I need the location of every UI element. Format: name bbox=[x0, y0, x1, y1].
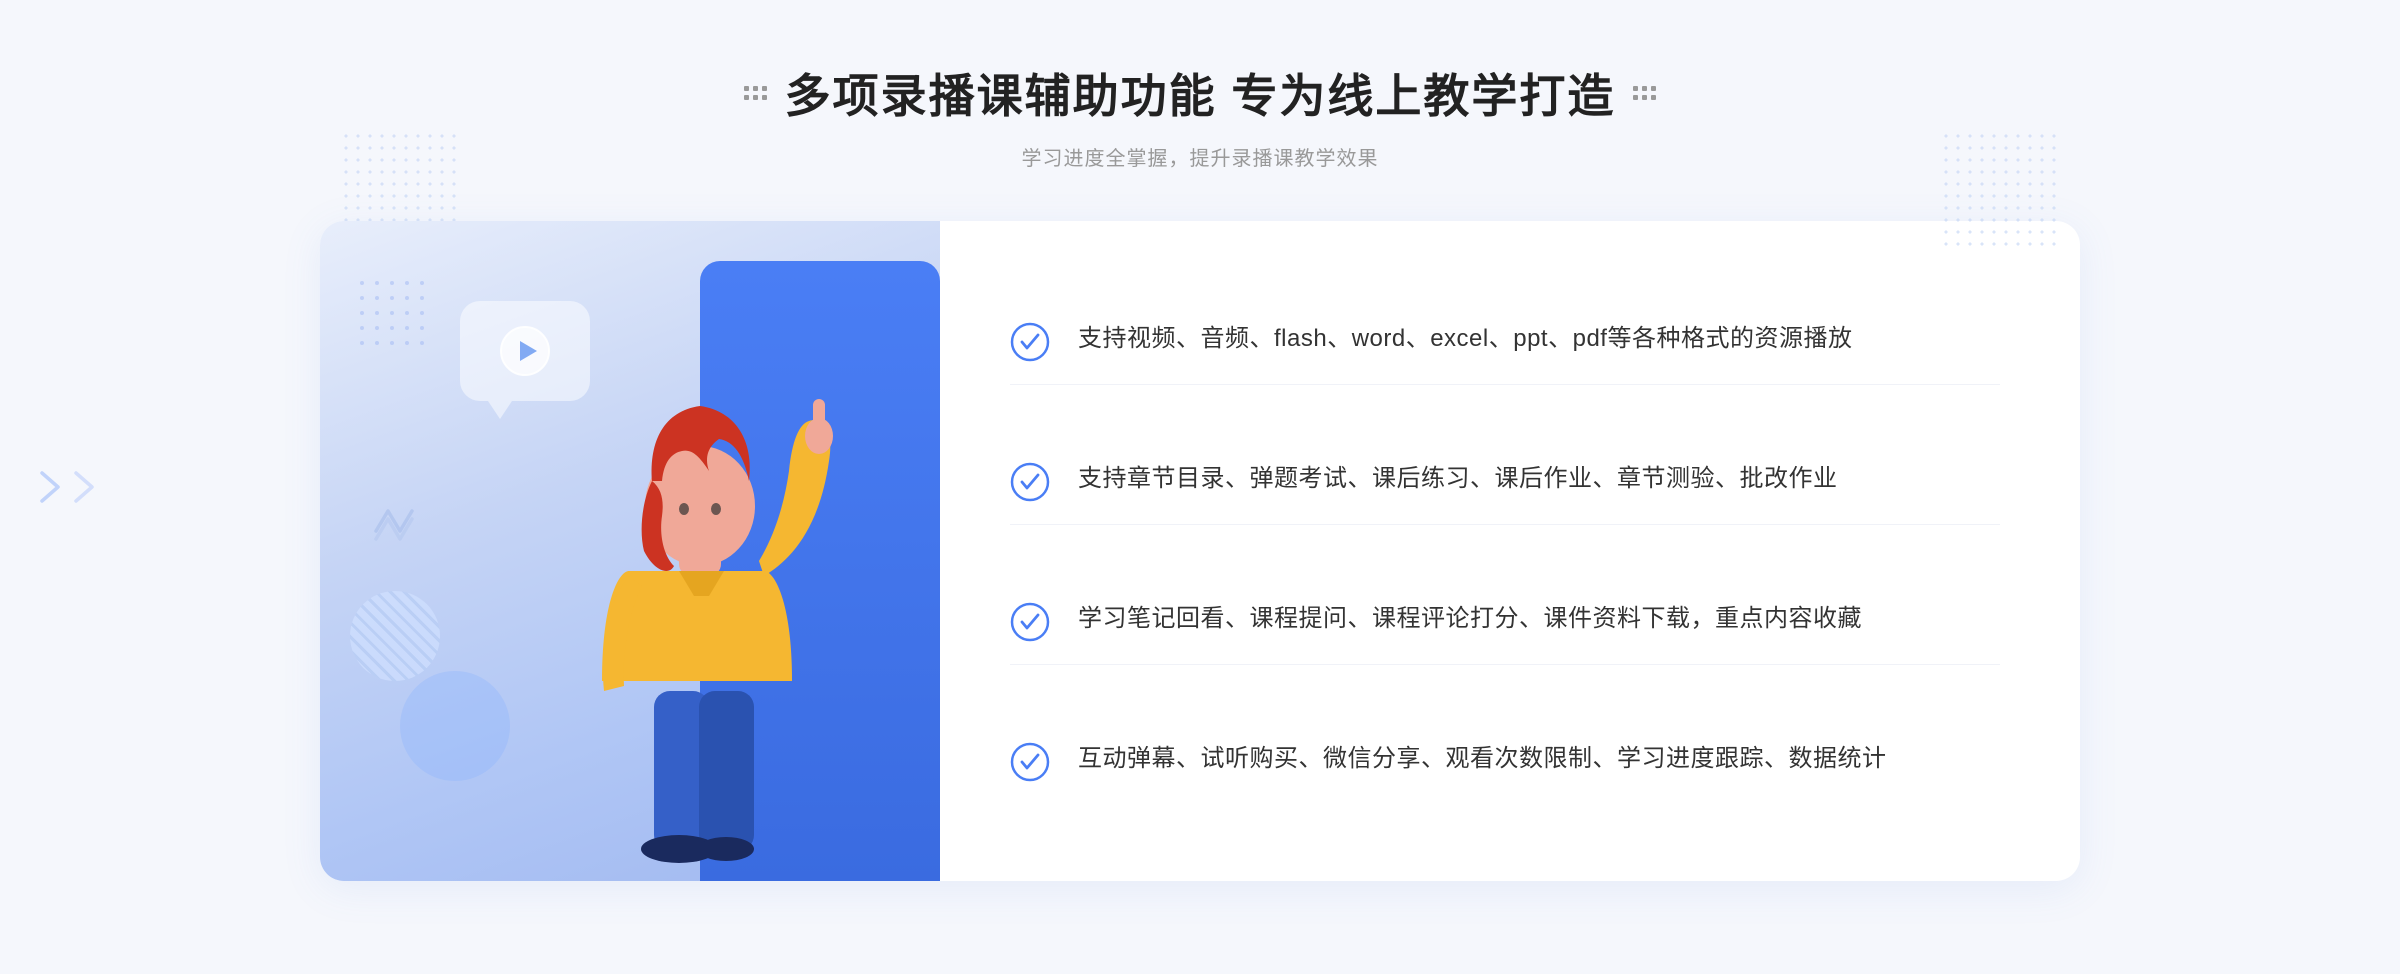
header-section: 多项录播课辅助功能 专为线上教学打造 学习进度全掌握，提升录播课教学效果 bbox=[744, 60, 1657, 171]
left-decoration-dots bbox=[744, 86, 767, 100]
right-decoration-dots bbox=[1633, 86, 1656, 100]
page-title: 多项录播课辅助功能 专为线上教学打造 bbox=[785, 60, 1616, 126]
striped-circle bbox=[350, 591, 440, 681]
feature-text-3: 学习笔记回看、课程提问、课程评论打分、课件资料下载，重点内容收藏 bbox=[1078, 600, 1862, 638]
person-figure bbox=[534, 361, 854, 881]
zigzag-decoration bbox=[370, 501, 420, 560]
left-chevrons-decoration bbox=[36, 469, 98, 505]
illustration-dots bbox=[360, 281, 428, 349]
check-circle-icon-3 bbox=[1010, 602, 1050, 642]
feature-item-4: 互动弹幕、试听购买、微信分享、观看次数限制、学习进度跟踪、数据统计 bbox=[1010, 718, 2000, 804]
features-area: 支持视频、音频、flash、word、excel、ppt、pdf等各种格式的资源… bbox=[940, 221, 2080, 881]
feature-text-4: 互动弹幕、试听购买、微信分享、观看次数限制、学习进度跟踪、数据统计 bbox=[1078, 740, 1887, 778]
illustration-area bbox=[320, 221, 940, 881]
small-circle-2 bbox=[400, 671, 510, 781]
page-wrapper: 多项录播课辅助功能 专为线上教学打造 学习进度全掌握，提升录播课教学效果 bbox=[0, 0, 2400, 974]
feature-text-1: 支持视频、音频、flash、word、excel、ppt、pdf等各种格式的资源… bbox=[1078, 320, 1852, 358]
feature-item-3: 学习笔记回看、课程提问、课程评论打分、课件资料下载，重点内容收藏 bbox=[1010, 578, 2000, 665]
feature-item-2: 支持章节目录、弹题考试、课后练习、课后作业、章节测验、批改作业 bbox=[1010, 438, 2000, 525]
feature-text-2: 支持章节目录、弹题考试、课后练习、课后作业、章节测验、批改作业 bbox=[1078, 460, 1838, 498]
content-card: 支持视频、音频、flash、word、excel、ppt、pdf等各种格式的资源… bbox=[320, 221, 2080, 881]
check-circle-icon-4 bbox=[1010, 742, 1050, 782]
feature-item-1: 支持视频、音频、flash、word、excel、ppt、pdf等各种格式的资源… bbox=[1010, 298, 2000, 385]
title-row: 多项录播课辅助功能 专为线上教学打造 bbox=[744, 60, 1657, 126]
check-circle-icon-2 bbox=[1010, 462, 1050, 502]
page-subtitle: 学习进度全掌握，提升录播课教学效果 bbox=[744, 142, 1657, 171]
check-circle-icon-1 bbox=[1010, 322, 1050, 362]
